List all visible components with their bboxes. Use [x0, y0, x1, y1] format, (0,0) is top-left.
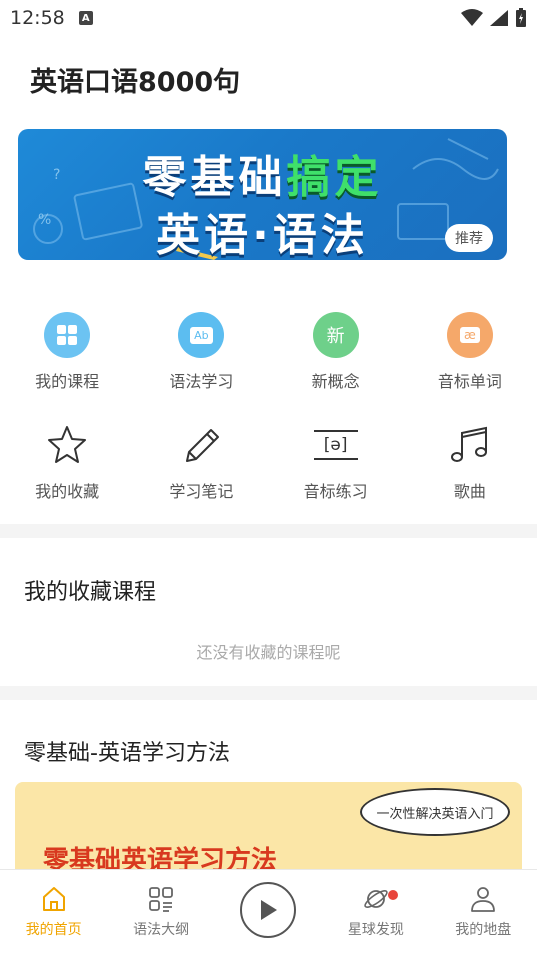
grid-item-grammar[interactable]: Ab 语法学习: [134, 300, 268, 410]
grid-item-notes[interactable]: 学习笔记: [134, 410, 268, 520]
wifi-icon: [461, 9, 483, 26]
star-icon: [44, 422, 90, 468]
grid-item-my-courses[interactable]: 我的课程: [0, 300, 134, 410]
apps-icon: [146, 884, 176, 914]
recommend-badge: 推荐: [445, 224, 493, 252]
status-bar: 12:58 A: [0, 0, 537, 36]
planet-icon: [361, 884, 391, 914]
feature-row: 我的收藏 学习笔记 [ə] 音标练习 歌曲: [0, 410, 537, 520]
promo-banner[interactable]: ? % 零基础搞定 英语·语法 推荐: [18, 129, 507, 260]
feature-row: 我的课程 Ab 语法学习 新 新概念 æ 音标单词: [0, 300, 537, 410]
banner-subheadline: 英语·语法: [156, 210, 369, 260]
home-icon: [39, 884, 69, 914]
page-title: 英语口语8000句: [30, 67, 241, 98]
grid-item-phonetic-words[interactable]: æ 音标单词: [403, 300, 537, 410]
tab-discover[interactable]: 星球发现: [322, 870, 429, 956]
ae-icon: æ: [446, 312, 493, 358]
methods-title: 零基础-英语学习方法: [24, 741, 230, 766]
grid-label: 歌曲: [453, 482, 486, 501]
grid-item-favorites[interactable]: 我的收藏: [0, 410, 134, 520]
tab-label: 语法大纲: [133, 922, 190, 938]
tab-play[interactable]: [215, 870, 322, 956]
status-time: 12:58: [10, 7, 65, 29]
feature-grid: 我的课程 Ab 语法学习 新 新概念 æ 音标单词 我的收藏 学习笔记 [ə] …: [0, 300, 537, 520]
favorites-title: 我的收藏课程: [24, 580, 157, 605]
tab-home[interactable]: 我的首页: [0, 870, 107, 956]
play-button[interactable]: [240, 882, 297, 938]
user-icon: [468, 884, 498, 914]
speech-bubble: 一次性解决英语入门: [360, 788, 510, 836]
grid-label: 学习笔记: [169, 482, 234, 501]
grid-label: 我的课程: [35, 372, 100, 391]
grid-label: 音标单词: [437, 372, 502, 391]
grid-label: 音标练习: [303, 482, 368, 501]
grid-label: 语法学习: [169, 372, 234, 391]
signal-icon: [490, 10, 508, 26]
battery-icon: [516, 8, 526, 27]
play-icon: [261, 900, 278, 920]
notification-dot: [388, 890, 399, 900]
section-divider: [0, 524, 537, 538]
grid-item-songs[interactable]: 歌曲: [403, 410, 537, 520]
grid-label: 新概念: [311, 372, 360, 391]
ab-icon: Ab: [178, 312, 225, 358]
tab-profile[interactable]: 我的地盘: [430, 870, 537, 956]
tab-label: 我的首页: [25, 922, 82, 938]
grid-item-new-concept[interactable]: 新 新概念: [269, 300, 403, 410]
banner-text-green: 搞定: [286, 152, 383, 203]
favorites-empty-text: 还没有收藏的课程呢: [196, 643, 341, 662]
pencil-icon: [178, 422, 224, 468]
grid-icon: [44, 312, 91, 358]
tab-label: 我的地盘: [455, 922, 512, 938]
tab-label: 星球发现: [347, 922, 404, 938]
bottom-tab-bar: 我的首页 语法大纲 星球发现 我的地盘: [0, 869, 537, 956]
status-icons: [461, 8, 527, 28]
banner-text-white: 零基础: [142, 152, 287, 203]
phonetic-icon: [ə]: [313, 422, 359, 468]
xin-icon: 新: [312, 312, 359, 358]
grid-item-phonetic-practice[interactable]: [ə] 音标练习: [269, 410, 403, 520]
music-icon: [447, 422, 493, 468]
grid-label: 我的收藏: [35, 482, 100, 501]
banner-headline: 零基础搞定: [18, 141, 507, 205]
tab-grammar-outline[interactable]: 语法大纲: [107, 870, 214, 956]
notification-icon: A: [78, 11, 93, 25]
section-divider: [0, 686, 537, 700]
